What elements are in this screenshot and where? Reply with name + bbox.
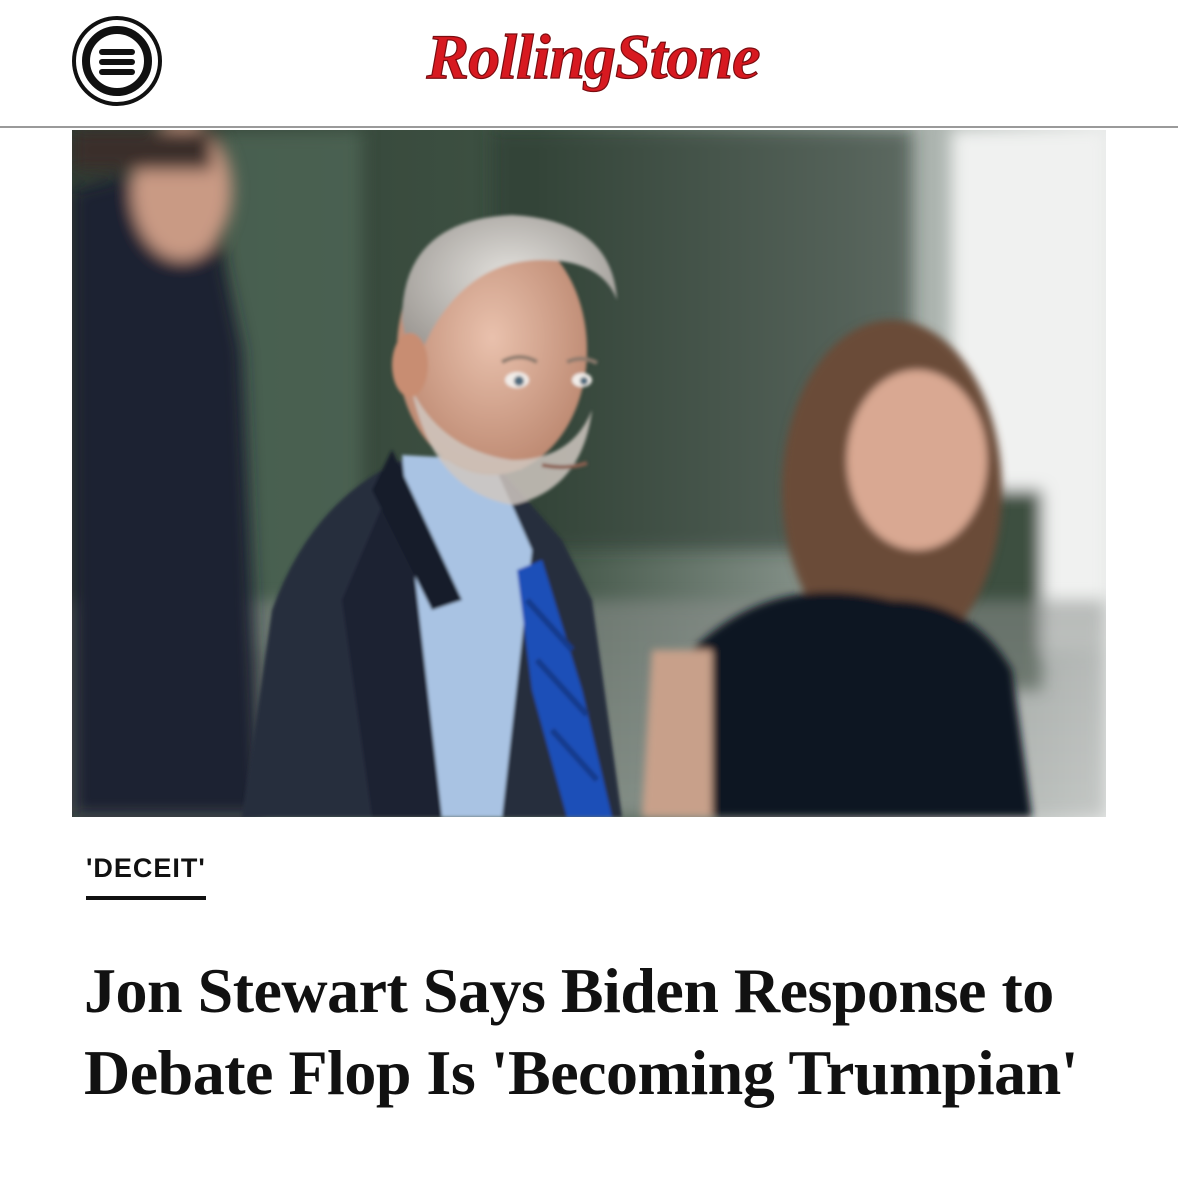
svg-text:RollingStone: RollingStone <box>426 21 760 92</box>
hamburger-menu-icon <box>99 45 135 77</box>
hero-photo[interactable] <box>72 130 1106 817</box>
logo-wordmark: RollingStone <box>425 20 761 92</box>
hero-photo-illustration <box>72 130 1106 817</box>
rolling-stone-logo[interactable]: RollingStone <box>398 12 788 102</box>
menu-button[interactable] <box>72 16 162 106</box>
site-header: RollingStone <box>0 0 1178 128</box>
article-kicker[interactable]: 'DECEIT' <box>86 852 206 901</box>
article-headline[interactable]: Jon Stewart Says Biden Response to Debat… <box>84 950 1084 1114</box>
